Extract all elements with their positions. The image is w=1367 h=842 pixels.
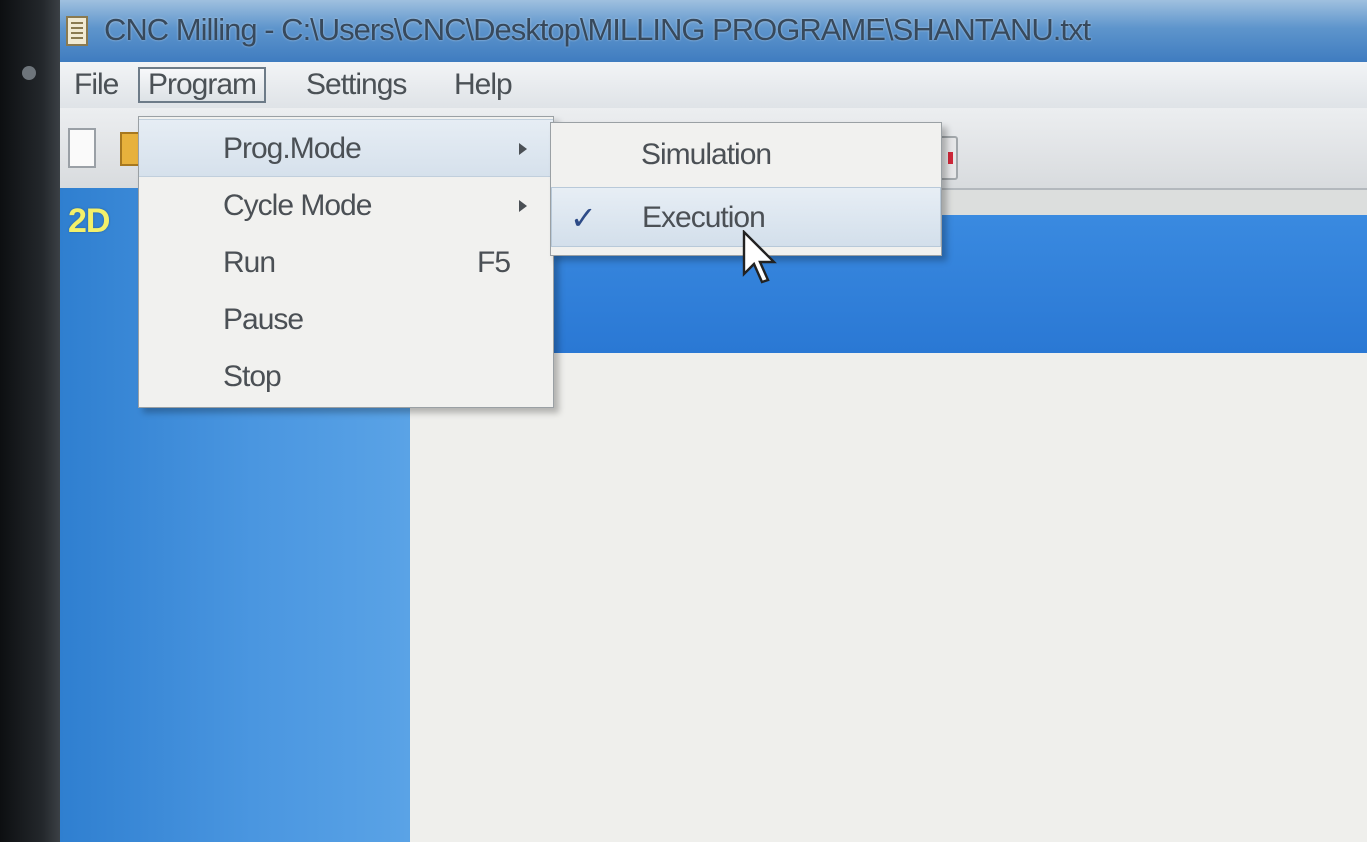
checkmark-icon: ✓ [570,199,597,237]
menu-item-cycle-mode[interactable]: Cycle Mode [139,177,553,235]
bezel-dot [22,66,36,80]
new-file-icon[interactable] [68,128,96,168]
screen: CNC Milling - C:\Users\CNC\Desktop\MILLI… [60,0,1367,842]
monitor-bezel [0,0,60,842]
submenu-item-label: Simulation [641,138,772,171]
menu-settings[interactable]: Settings [298,67,414,103]
window-title: CNC Milling - C:\Users\CNC\Desktop\MILLI… [104,12,1091,47]
open-folder-icon[interactable] [120,132,140,166]
program-menu-dropdown: Prog.Mode Cycle Mode Run F5 Pause Stop [138,116,554,408]
menu-bar: File Program Settings Help [60,62,1367,109]
notepad-icon [66,16,88,46]
menu-item-label: Stop [223,360,282,393]
menu-item-label: Prog.Mode [223,132,362,165]
view-badge-2d: 2D [68,202,110,240]
work-area[interactable] [410,353,1367,842]
title-bar: CNC Milling - C:\Users\CNC\Desktop\MILLI… [60,0,1367,62]
mouse-cursor-icon [742,230,777,284]
triangle-right-icon [519,143,527,155]
menu-file[interactable]: File [66,67,126,103]
menu-item-prog-mode[interactable]: Prog.Mode [139,119,553,177]
menu-item-label: Pause [223,303,304,336]
menu-item-label: Cycle Mode [223,189,372,222]
triangle-right-icon [519,200,527,212]
menu-item-label: Run [223,246,276,279]
menu-item-run[interactable]: Run F5 [139,234,553,292]
menu-program[interactable]: Program [138,67,267,103]
shortcut-label: F5 [477,246,511,279]
menu-item-pause[interactable]: Pause [139,291,553,349]
menu-help[interactable]: Help [446,67,520,103]
menu-item-stop[interactable]: Stop [139,348,553,406]
submenu-item-simulation[interactable]: Simulation [551,125,941,185]
